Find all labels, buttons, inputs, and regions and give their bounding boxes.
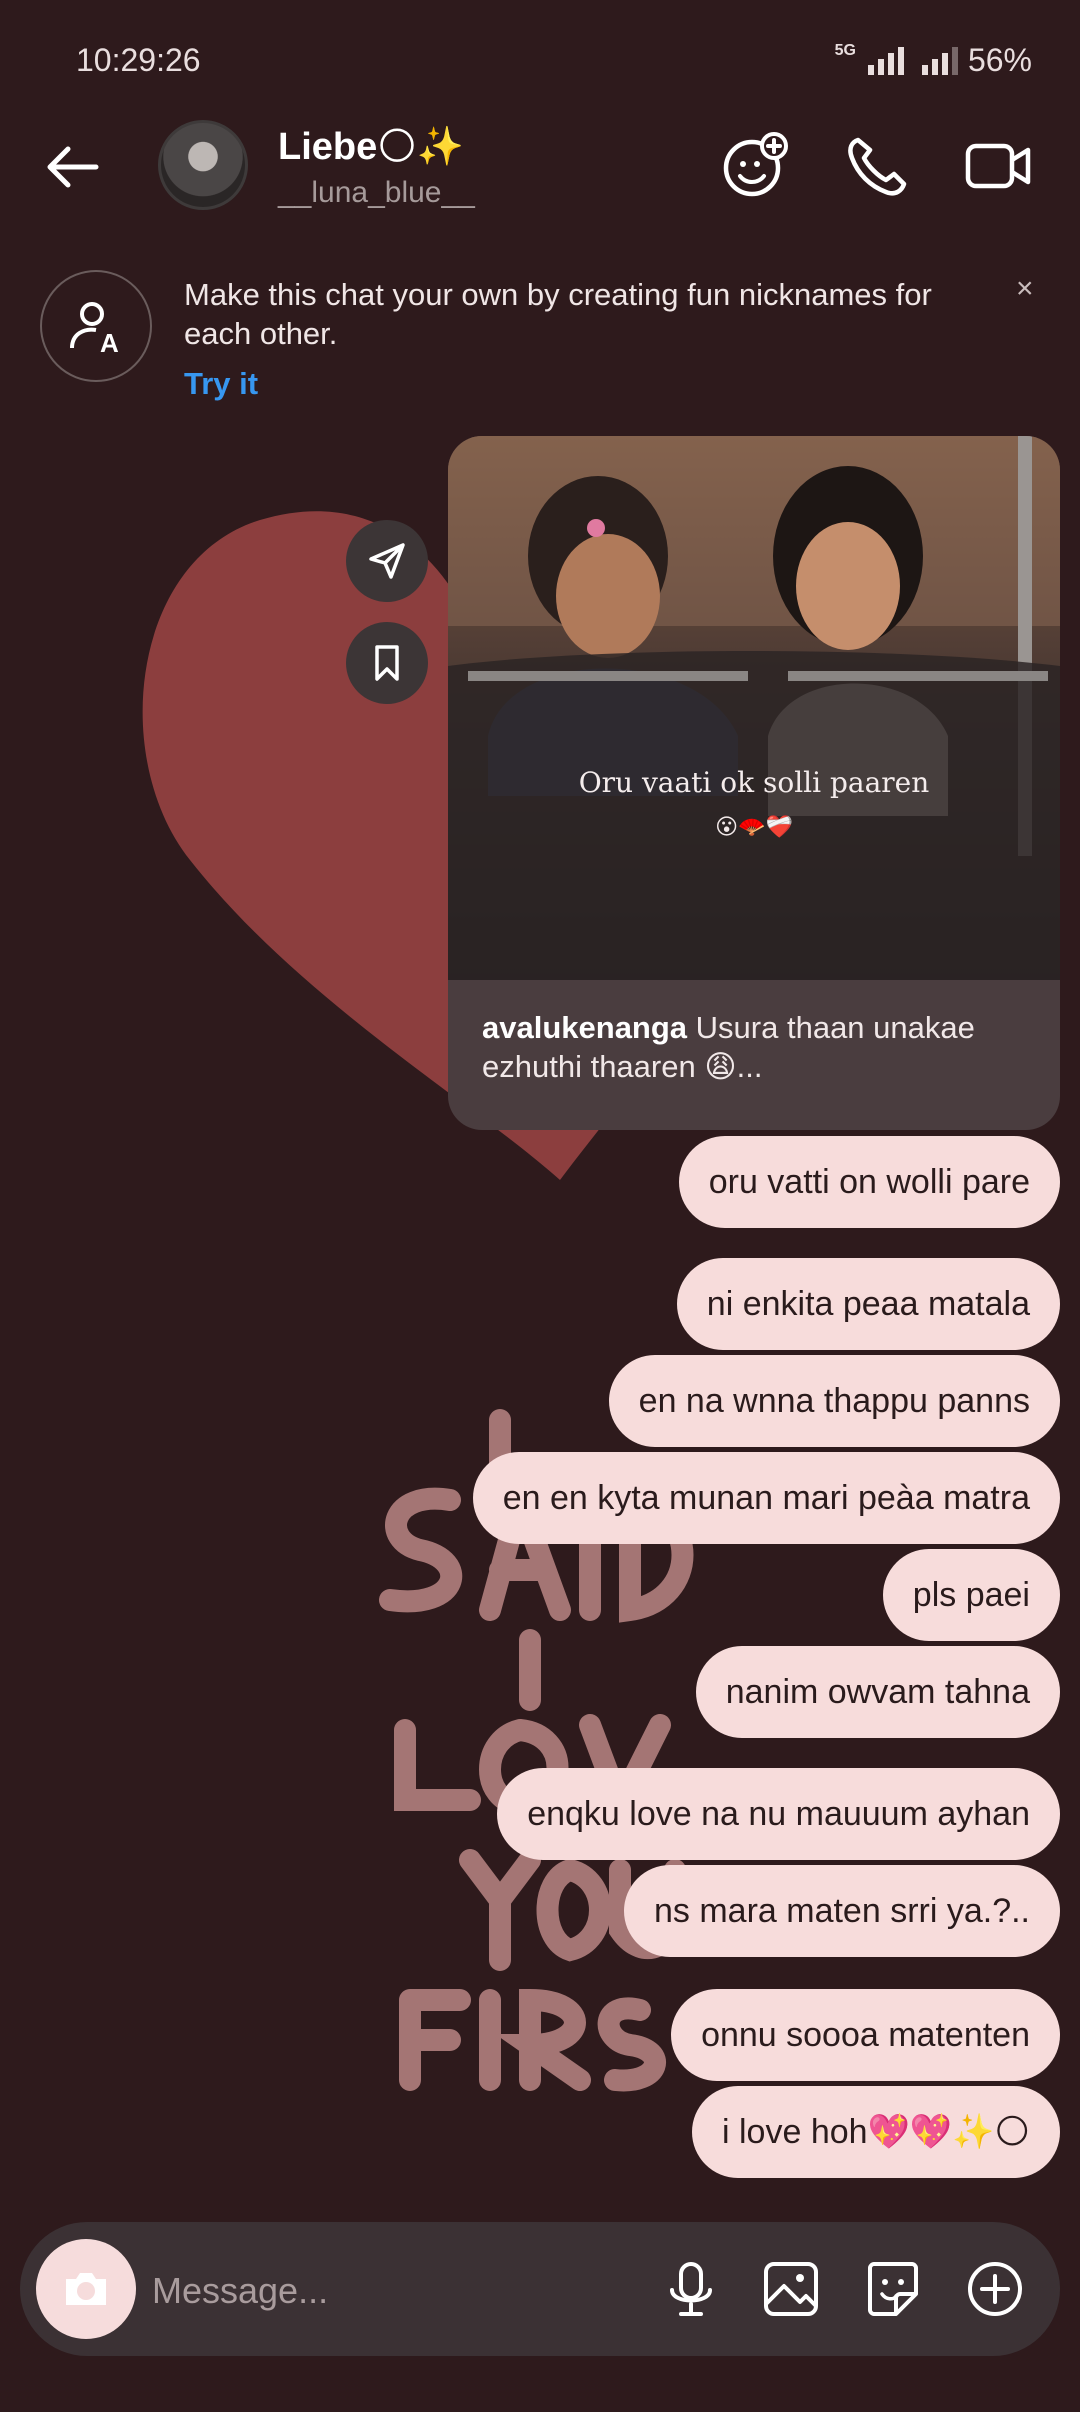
nickname-banner-text: Make this chat your own by creating fun …	[184, 277, 932, 351]
nickname-icon: A	[40, 270, 152, 382]
message-bubble[interactable]: enqku love na nu mauuum ayhan	[497, 1768, 1060, 1860]
message-bubble[interactable]: ni enkita peaa matala	[676, 1258, 1060, 1350]
back-arrow-icon[interactable]	[40, 135, 104, 199]
send-icon	[369, 543, 405, 579]
message-bubble[interactable]: nanim owvam tahna	[695, 1646, 1060, 1738]
person-letter-icon: A	[70, 302, 119, 358]
network-type: 5G	[834, 41, 856, 59]
message-bubble[interactable]: en na wnna thappu panns	[608, 1355, 1060, 1447]
share-button[interactable]	[346, 520, 428, 602]
post-caption: avalukenanga Usura thaan unakae ezhuthi …	[482, 1008, 1042, 1086]
contact-name[interactable]: Liebe🌕✨	[278, 124, 464, 169]
contact-handle[interactable]: __luna_blue__	[278, 176, 475, 210]
battery-level: 56%	[967, 42, 1032, 78]
status-indicators: 5G 56%	[835, 42, 1032, 79]
gallery-icon[interactable]	[756, 2254, 826, 2324]
signal-icon-2	[921, 46, 958, 75]
message-bubble[interactable]: en en kyta munan mari peàa matra	[472, 1452, 1060, 1544]
effects-icon[interactable]	[718, 130, 790, 202]
sticker-icon[interactable]	[858, 2254, 928, 2324]
status-time: 10:29:26	[76, 42, 201, 78]
message-bubble[interactable]: pls paei	[882, 1549, 1060, 1641]
post-image[interactable]: Oru vaati ok solli paaren 😮🪭❤️‍🩹	[448, 436, 1060, 980]
camera-button[interactable]	[36, 2239, 136, 2339]
post-image-caption: Oru vaati ok solli paaren	[578, 766, 930, 799]
message-input[interactable]	[150, 2260, 634, 2322]
svg-text:A: A	[100, 328, 119, 358]
shared-post[interactable]: Oru vaati ok solli paaren 😮🪭❤️‍🩹 avaluke…	[448, 436, 1060, 1130]
save-button[interactable]	[346, 622, 428, 704]
post-author[interactable]: avalukenanga	[482, 1010, 687, 1045]
message-composer	[20, 2222, 1060, 2356]
post-photo-art	[448, 436, 1060, 980]
message-bubble[interactable]: oru vatti on wolli pare	[678, 1136, 1060, 1228]
avatar[interactable]	[158, 120, 248, 210]
add-icon[interactable]	[960, 2254, 1030, 2324]
message-bubble[interactable]: onnu soooa matenten	[671, 1989, 1060, 2081]
close-banner-button[interactable]: ×	[1016, 272, 1034, 306]
microphone-icon[interactable]	[656, 2254, 726, 2324]
phone-icon[interactable]	[840, 130, 912, 202]
message-bubble[interactable]: ns mara maten srri ya.?..	[623, 1865, 1060, 1957]
message-bubble[interactable]: i love hoh💖💖✨🌕	[692, 2086, 1060, 2178]
signal-icon	[867, 46, 904, 75]
camera-icon	[66, 2273, 106, 2305]
post-image-emoji: 😮🪭❤️‍🩹	[715, 814, 793, 839]
video-call-icon[interactable]	[962, 130, 1034, 202]
try-it-link[interactable]: Try it	[184, 366, 258, 402]
bookmark-icon	[375, 645, 399, 681]
